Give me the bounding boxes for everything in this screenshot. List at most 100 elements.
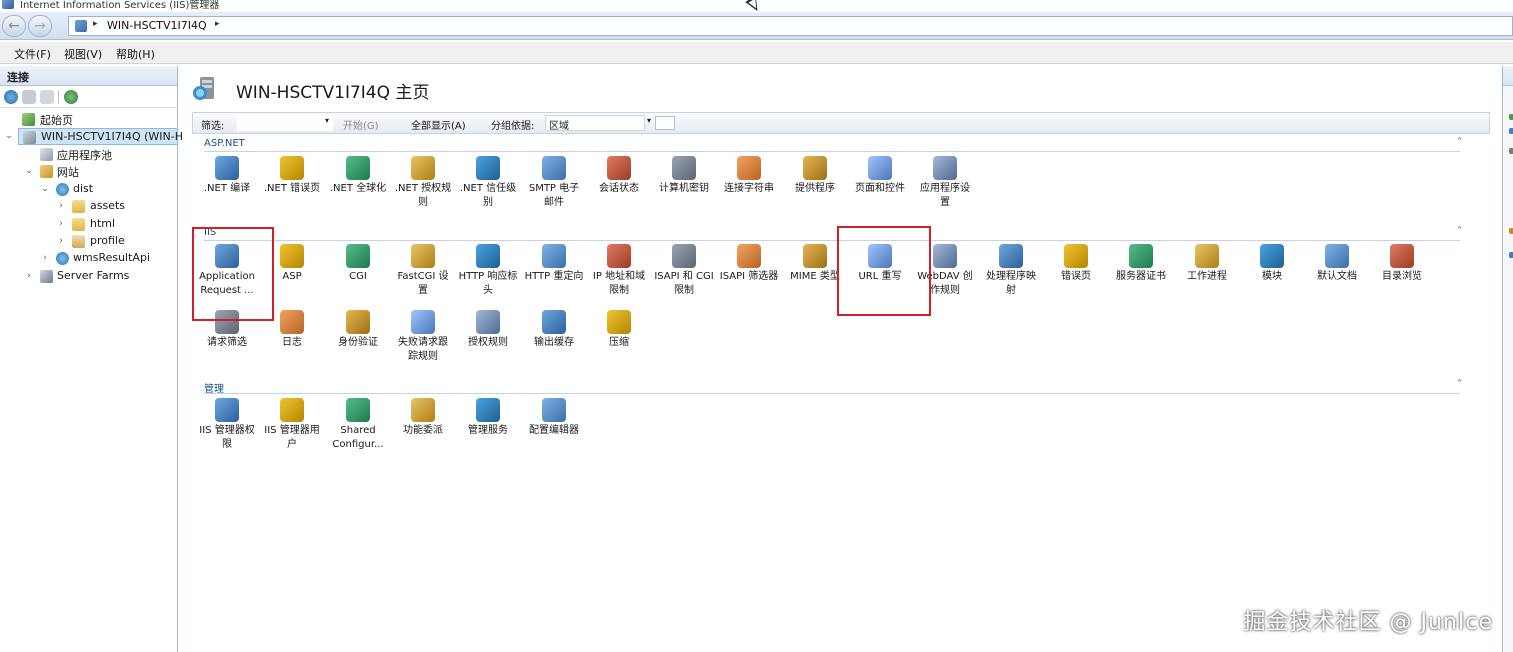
feature-icon (1129, 244, 1153, 268)
feature-label: .NET 授权规 (394, 183, 452, 194)
feature-iis-24[interactable]: 输出缓存 (522, 310, 586, 350)
feature-label: .NET 全球化 (329, 183, 387, 194)
connections-title: 连接 (0, 66, 177, 86)
feature-management-0[interactable]: IIS 管理器权限 (195, 398, 259, 452)
tree-item-server-farms[interactable]: › Server Farms (0, 268, 176, 285)
tree-item-html[interactable]: › html (0, 216, 176, 233)
site-globe-icon (56, 252, 69, 265)
feature-label-line2: 则 (418, 197, 428, 208)
action-icon[interactable] (1509, 252, 1513, 258)
connections-panel: 连接 起始页 WIN-HSCTV1I7I4Q (WIN-H ⌄ 应用程序池 ⌄ … (0, 66, 183, 652)
feature-icon (476, 156, 500, 180)
feature-iis-12[interactable]: 处理程序映射 (979, 244, 1043, 298)
feature-label: FastCGI 设 (397, 271, 449, 282)
feature-iis-15[interactable]: 工作进程 (1175, 244, 1239, 284)
forward-button[interactable]: → (28, 15, 52, 37)
group-aspnet-header[interactable]: ASP.NET ˄ (192, 137, 1490, 152)
feature-management-3[interactable]: 功能委派 (391, 398, 455, 438)
feature-aspnet-11[interactable]: 应用程序设置 (913, 156, 977, 210)
feature-iis-2[interactable]: CGI (326, 244, 390, 284)
group-by-select[interactable]: 区域 (545, 115, 645, 132)
feature-iis-8[interactable]: ISAPI 筛选器 (717, 244, 781, 284)
address-bar[interactable]: ▸ WIN-HSCTV1I7I4Q ▸ (68, 16, 1513, 36)
feature-iis-25[interactable]: 压缩 (587, 310, 651, 350)
tree-item-sites[interactable]: ⌄ 网站 (0, 163, 176, 180)
connect-icon[interactable] (4, 90, 18, 104)
feature-iis-5[interactable]: HTTP 重定向 (522, 244, 586, 284)
breadcrumb-separator[interactable]: ▸ (93, 19, 98, 29)
tree-item-start-page[interactable]: 起始页 (0, 111, 176, 128)
menu-help[interactable]: 帮助(H) (116, 46, 155, 62)
action-icon[interactable] (1509, 128, 1513, 134)
feature-aspnet-8[interactable]: 连接字符串 (717, 156, 781, 196)
feature-aspnet-1[interactable]: .NET 错误页 (260, 156, 324, 196)
feature-aspnet-0[interactable]: .NET 编译 (195, 156, 259, 196)
menu-view[interactable]: 视图(V) (64, 46, 102, 62)
refresh-connection-icon[interactable] (64, 90, 78, 104)
feature-iis-21[interactable]: 身份验证 (326, 310, 390, 350)
feature-management-5[interactable]: 配置编辑器 (522, 398, 586, 438)
sites-folder-icon (40, 165, 53, 178)
action-icon[interactable] (1509, 114, 1513, 120)
feature-aspnet-9[interactable]: 提供程序 (783, 156, 847, 196)
tree-item-assets[interactable]: › assets (0, 198, 176, 215)
feature-iis-22[interactable]: 失败请求跟 踪规则 (391, 310, 455, 364)
up-icon[interactable] (40, 90, 54, 104)
feature-iis-13[interactable]: 错误页 (1044, 244, 1108, 284)
tree-item-profile[interactable]: › profile (0, 233, 176, 250)
menu-file[interactable]: 文件(F) (14, 46, 51, 62)
page-header: WIN-HSCTV1I7I4Q 主页 (182, 66, 1500, 110)
breadcrumb-separator-end[interactable]: ▸ (215, 19, 220, 29)
feature-icon (803, 244, 827, 268)
tree-item-dist[interactable]: ⌄ dist (0, 181, 176, 198)
back-button[interactable]: ← (2, 15, 26, 37)
feature-icon (803, 156, 827, 180)
breadcrumb-server[interactable]: WIN-HSCTV1I7I4Q (107, 19, 207, 32)
filter-dropdown-icon[interactable]: ▾ (325, 116, 329, 125)
action-icon[interactable] (1509, 228, 1513, 234)
feature-iis-14[interactable]: 服务器证书 (1109, 244, 1173, 284)
feature-iis-7[interactable]: ISAPI 和 CGI 限制 (652, 244, 716, 298)
collapse-icon[interactable]: ˄ (1457, 226, 1462, 237)
server-icon (75, 20, 87, 32)
feature-aspnet-7[interactable]: 计算机密钥 (652, 156, 716, 196)
feature-label-line2: Configur... (332, 439, 384, 450)
feature-iis-4[interactable]: HTTP 响应标头 (456, 244, 520, 298)
feature-iis-23[interactable]: 授权规则 (456, 310, 520, 350)
feature-iis-17[interactable]: 默认文档 (1305, 244, 1369, 284)
feature-management-1[interactable]: IIS 管理器用户 (260, 398, 324, 452)
group-by-dropdown-icon[interactable]: ▾ (647, 116, 651, 125)
feature-icon (1064, 244, 1088, 268)
feature-management-2[interactable]: Shared Configur... (326, 398, 390, 452)
save-icon[interactable] (22, 90, 36, 104)
feature-iis-3[interactable]: FastCGI 设置 (391, 244, 455, 298)
feature-aspnet-2[interactable]: .NET 全球化 (326, 156, 390, 196)
feature-management-4[interactable]: 管理服务 (456, 398, 520, 438)
group-by-label: 分组依据: (491, 121, 535, 132)
feature-iis-16[interactable]: 模块 (1240, 244, 1304, 284)
show-all-button[interactable]: 全部显示(A) (411, 117, 466, 132)
feature-label: 模块 (1262, 271, 1282, 282)
feature-iis-18[interactable]: 目录浏览 (1370, 244, 1434, 284)
group-management-header[interactable]: 管理 ˄ (192, 379, 1490, 395)
feature-aspnet-10[interactable]: 页面和控件 (848, 156, 912, 196)
feature-icon (542, 398, 566, 422)
collapse-icon[interactable]: ˄ (1457, 137, 1462, 148)
collapse-icon[interactable]: ˄ (1457, 379, 1462, 390)
tree-item-server[interactable]: WIN-HSCTV1I7I4Q (WIN-H (18, 128, 183, 145)
start-filter-button[interactable]: 开始(G) (343, 117, 379, 132)
feature-iis-6[interactable]: IP 地址和域 限制 (587, 244, 651, 298)
tree-item-app-pools[interactable]: 应用程序池 (0, 146, 176, 163)
feature-aspnet-6[interactable]: 会话状态 (587, 156, 651, 196)
filter-label: 筛选: (201, 121, 225, 132)
server-expander[interactable]: ⌄ (4, 128, 16, 145)
view-mode-icon[interactable] (655, 116, 675, 130)
feature-aspnet-3[interactable]: .NET 授权规则 (391, 156, 455, 210)
feature-aspnet-5[interactable]: SMTP 电子 邮件 (522, 156, 586, 210)
tree-item-wmsresultapi[interactable]: › wmsResultApi (0, 250, 176, 267)
feature-icon (933, 244, 957, 268)
filter-input[interactable] (237, 115, 333, 131)
action-icon[interactable] (1509, 148, 1513, 154)
feature-icon (672, 244, 696, 268)
feature-aspnet-4[interactable]: .NET 信任级别 (456, 156, 520, 210)
